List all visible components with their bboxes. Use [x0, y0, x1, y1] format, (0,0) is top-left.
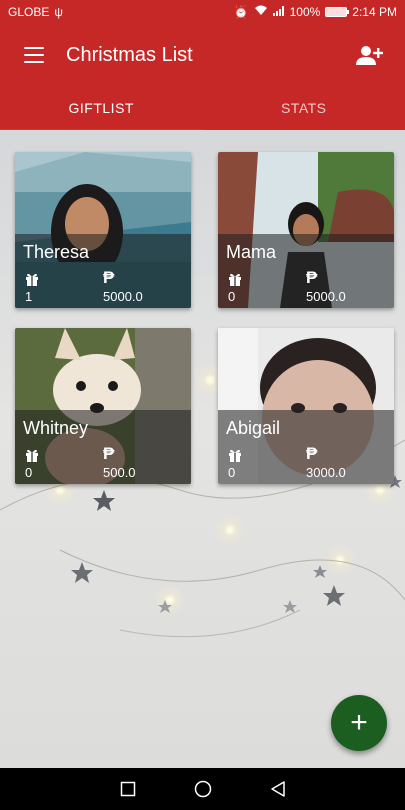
app-title: Christmas List: [66, 43, 193, 66]
gift-icon: [229, 449, 241, 462]
alarm-icon: ⏰: [233, 5, 249, 19]
gift-count: 0: [228, 289, 236, 304]
peso-icon: ₱: [103, 444, 115, 463]
back-button[interactable]: [268, 779, 288, 799]
budget-amount: 3000.0: [306, 465, 346, 480]
person-name: Theresa: [23, 242, 90, 262]
wifi-icon: [254, 5, 268, 19]
person-name: Mama: [226, 242, 277, 262]
peso-icon: ₱: [103, 268, 115, 287]
add-person-fab[interactable]: +: [331, 695, 387, 751]
add-person-icon[interactable]: [355, 43, 385, 67]
person-card[interactable]: Abigail 0 ₱ 3000.0: [218, 328, 394, 484]
menu-icon[interactable]: [24, 47, 44, 63]
person-card[interactable]: Mama 0 ₱ 5000.0: [218, 152, 394, 308]
budget-amount: 5000.0: [103, 289, 143, 304]
gift-icon: [229, 273, 241, 286]
status-bar: GLOBE ψ ⏰ 100% 2:14 PM: [0, 0, 405, 24]
card-info-overlay: Whitney 0 ₱ 500.0: [15, 410, 191, 484]
app-bar: Christmas List: [0, 24, 405, 86]
gift-count: 0: [228, 465, 236, 480]
peso-icon: ₱: [306, 444, 318, 463]
recents-button[interactable]: [118, 779, 138, 799]
tab-giftlist[interactable]: GIFTLIST: [0, 86, 203, 132]
carrier-label: GLOBE: [8, 5, 50, 19]
peso-icon: ₱: [306, 268, 318, 287]
battery-percent: 100%: [289, 5, 321, 19]
person-card[interactable]: Theresa 1 ₱ 5000.0: [15, 152, 191, 308]
person-card[interactable]: Whitney 0 ₱ 500.0: [15, 328, 191, 484]
plus-icon: +: [350, 706, 368, 739]
gift-list-grid: Theresa 1 ₱ 5000.0 Mama 0 ₱ 5000.0 Whitn…: [0, 130, 405, 768]
gift-count: 1: [25, 289, 33, 304]
tab-stats[interactable]: STATS: [203, 86, 405, 130]
card-info-overlay: Theresa 1 ₱ 5000.0: [15, 234, 191, 308]
tab-bar: GIFTLIST STATS: [0, 86, 405, 132]
battery-icon: [325, 7, 350, 17]
card-info-overlay: Abigail 0 ₱ 3000.0: [218, 410, 394, 484]
card-info-overlay: Mama 0 ₱ 5000.0: [218, 234, 394, 308]
gift-icon: [26, 273, 38, 286]
budget-amount: 5000.0: [306, 289, 346, 304]
gift-icon: [26, 449, 38, 462]
clock: 2:14 PM: [352, 5, 397, 19]
system-nav-bar: [0, 768, 405, 810]
budget-amount: 500.0: [103, 465, 136, 480]
gift-count: 0: [25, 465, 33, 480]
person-name: Abigail: [226, 418, 281, 438]
signal-icon: [272, 5, 285, 19]
usb-icon: ψ: [54, 5, 63, 19]
home-button[interactable]: [193, 779, 213, 799]
person-name: Whitney: [23, 418, 89, 438]
